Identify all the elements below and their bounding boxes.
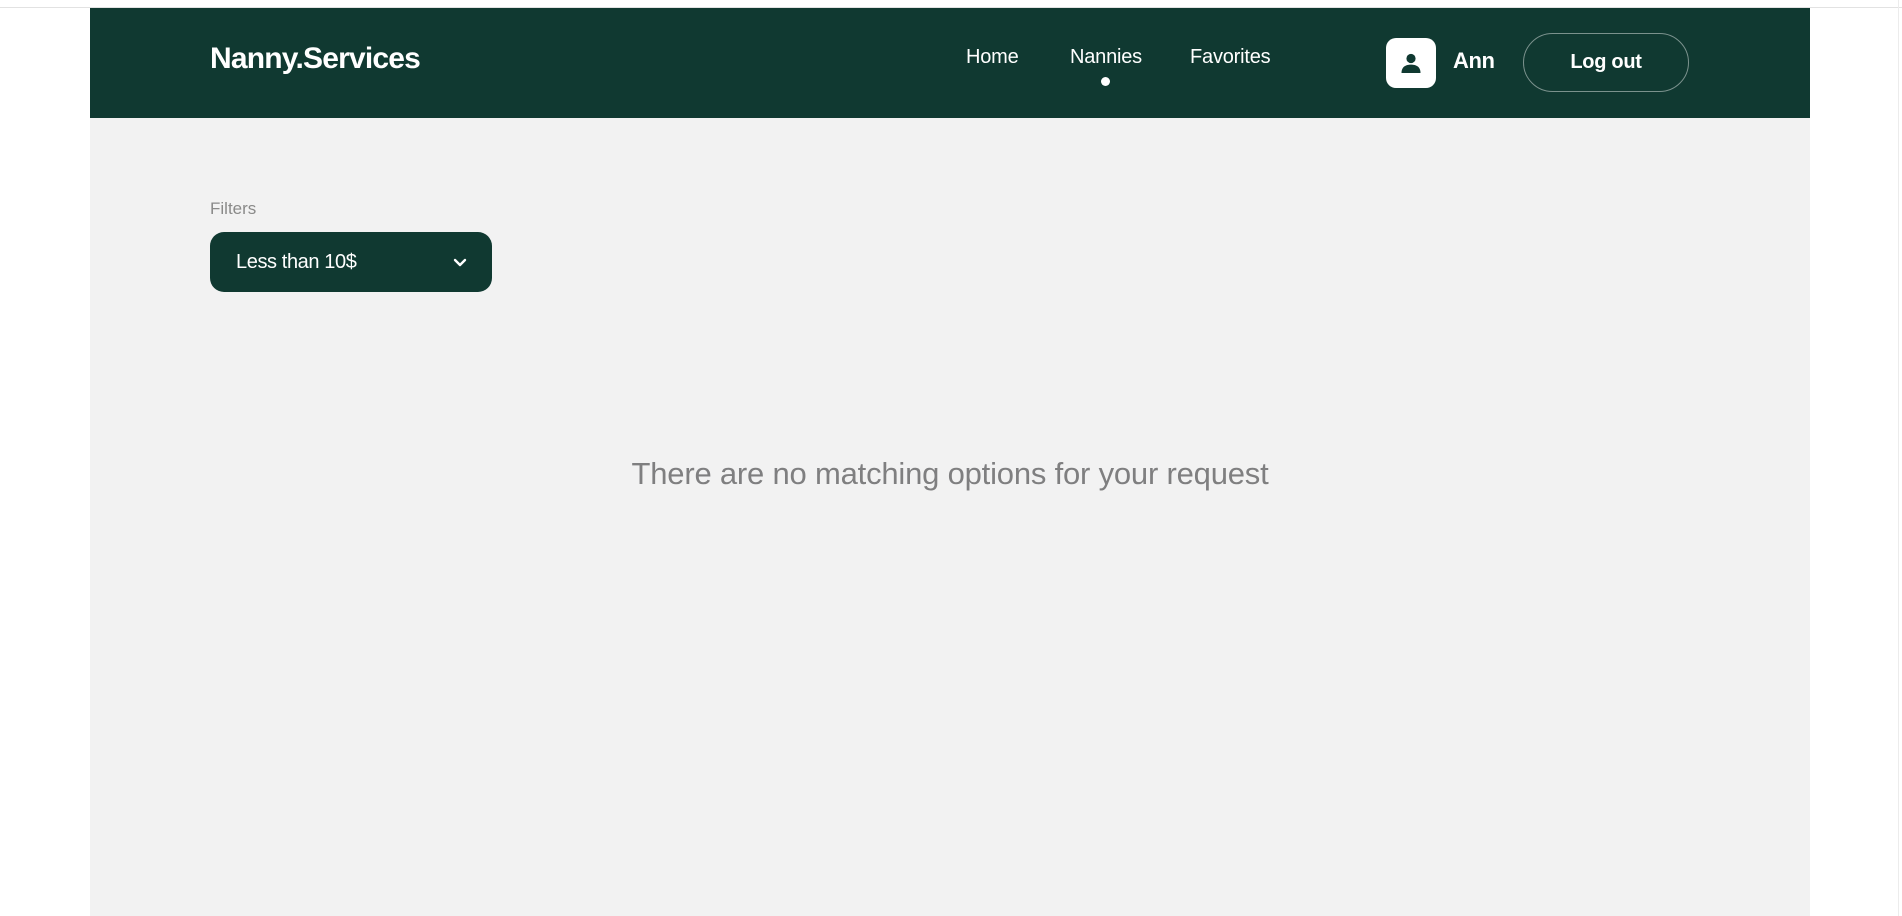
user-icon xyxy=(1401,53,1421,73)
site-header: Nanny.Services Home Nannies Favorites An… xyxy=(90,8,1810,118)
nav-link-nannies[interactable]: Nannies xyxy=(1070,47,1142,67)
price-filter-select[interactable]: Less than 10$ xyxy=(210,232,492,292)
filters-label: Filters xyxy=(210,199,257,218)
user-avatar xyxy=(1386,38,1436,88)
page-container: Nanny.Services Home Nannies Favorites An… xyxy=(90,8,1810,916)
logout-button[interactable]: Log out xyxy=(1523,33,1689,92)
user-name: Ann xyxy=(1453,48,1495,73)
site-logo[interactable]: Nanny.Services xyxy=(210,44,421,74)
nav-link-favorites[interactable]: Favorites xyxy=(1190,47,1271,67)
active-nav-indicator xyxy=(1101,77,1110,86)
nav-link-home[interactable]: Home xyxy=(966,47,1019,67)
chevron-down-icon xyxy=(453,258,467,267)
window-scrollbar-edge xyxy=(1898,0,1899,916)
empty-results-message: There are no matching options for your r… xyxy=(631,456,1269,491)
filter-selected-value: Less than 10$ xyxy=(236,251,357,273)
